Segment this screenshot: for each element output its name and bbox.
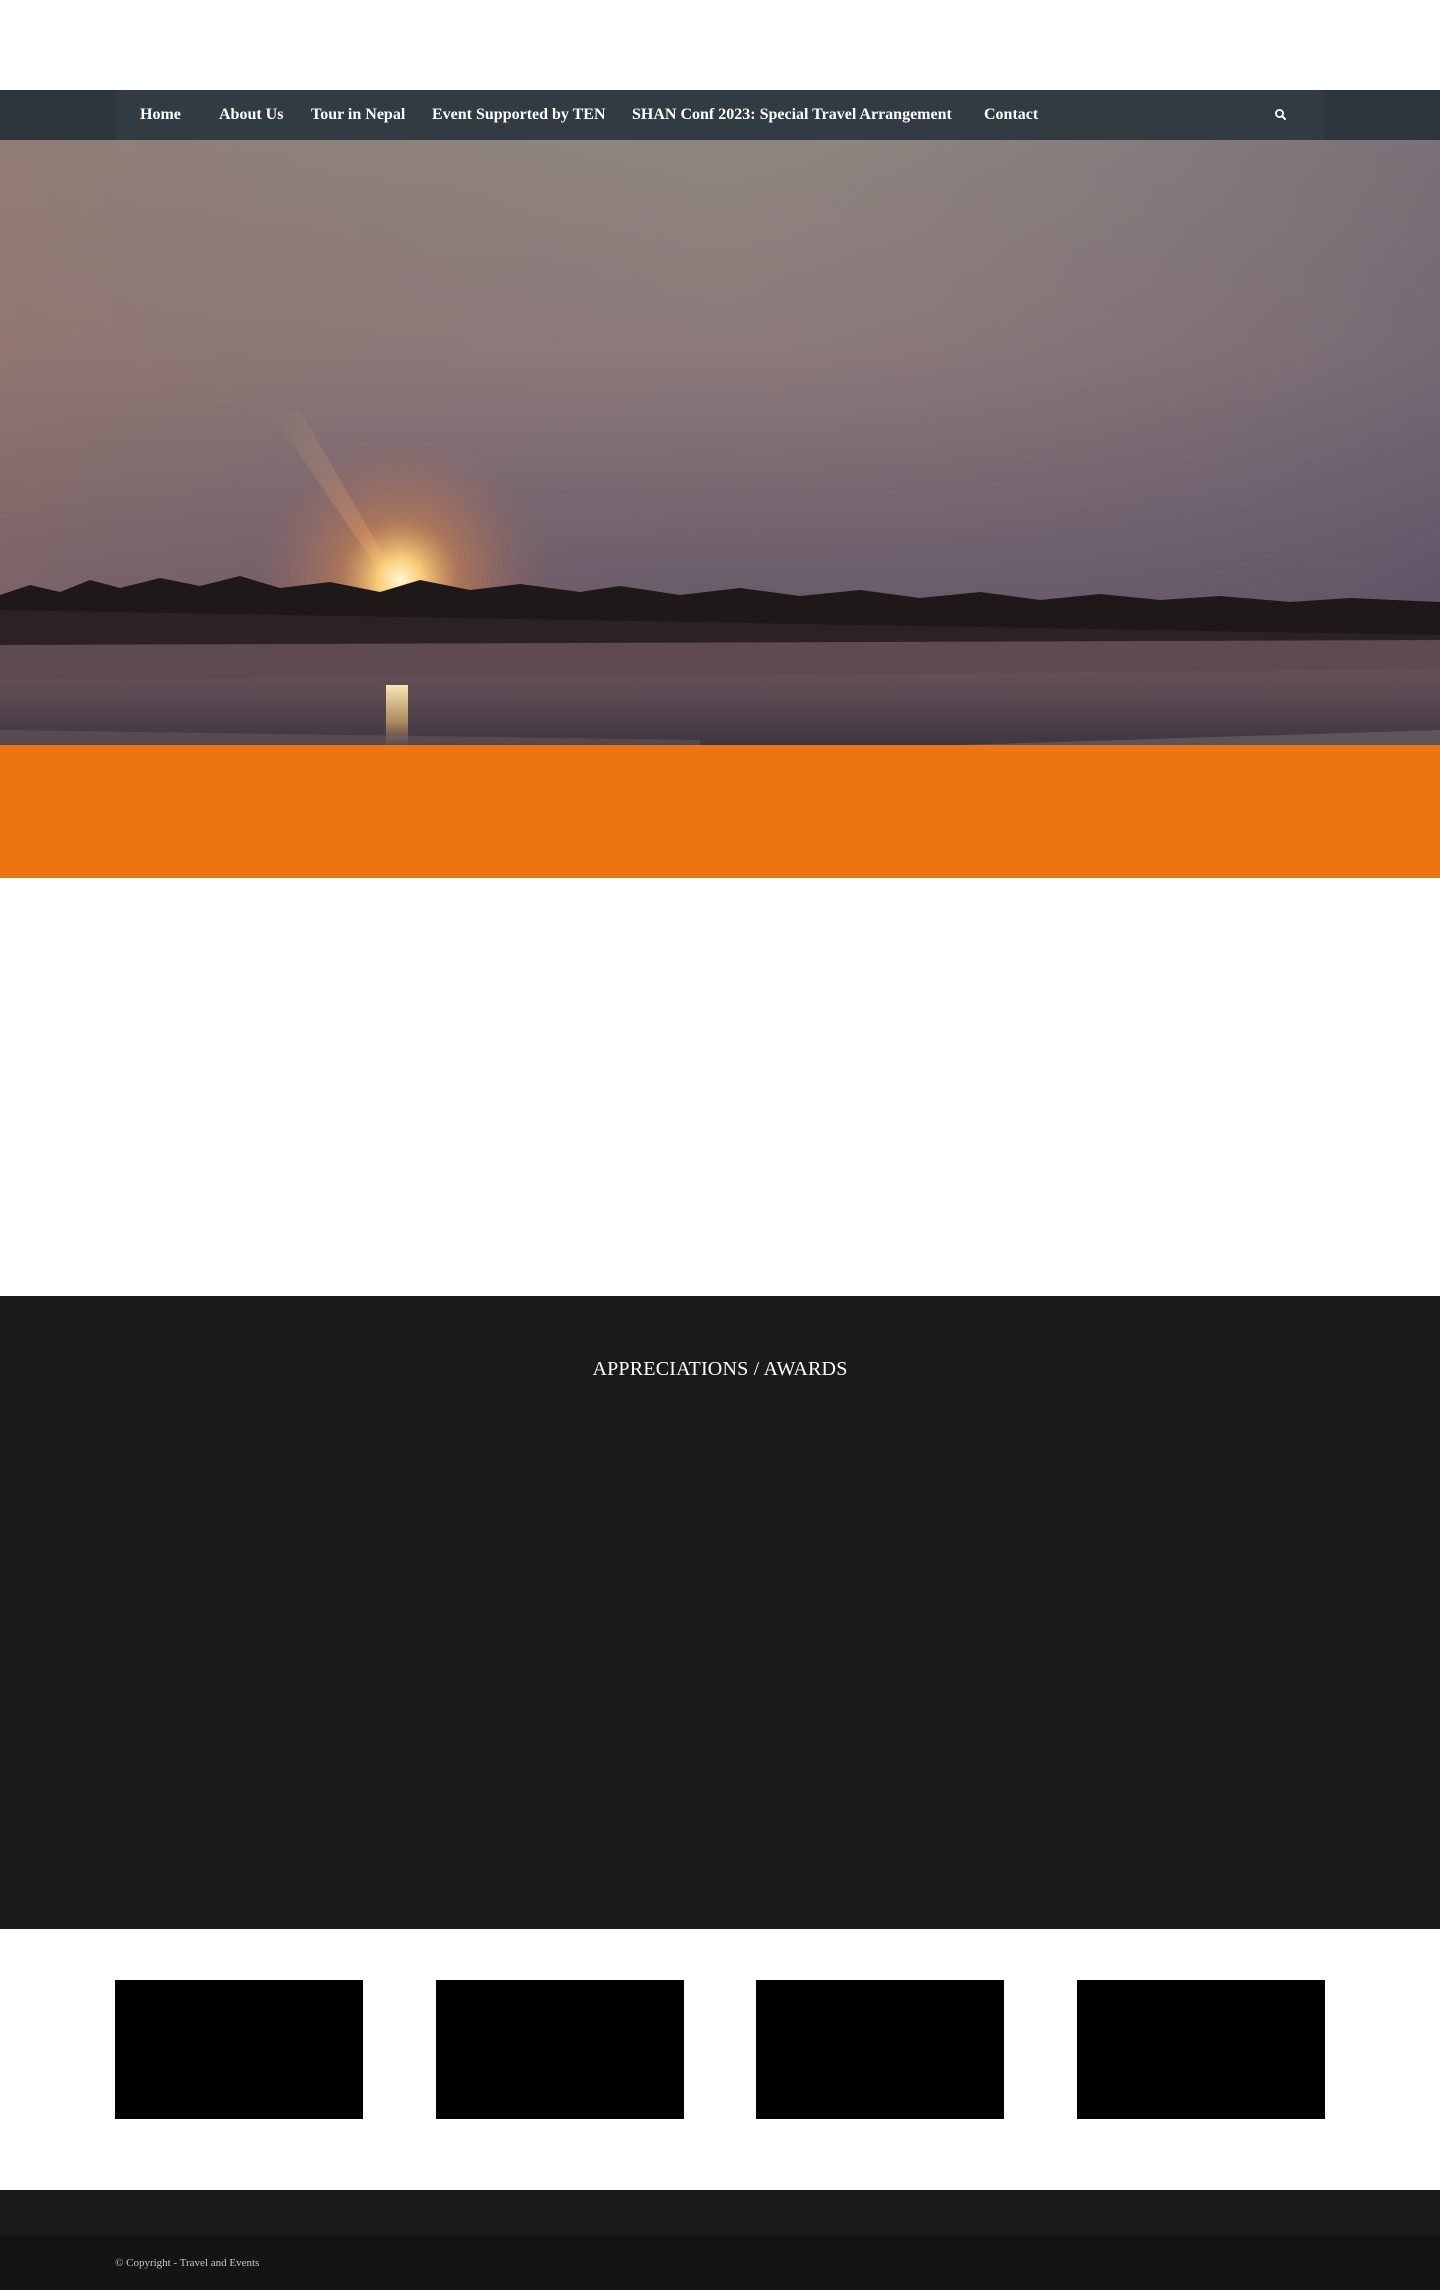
nav-item-event-supported[interactable]: Event Supported by TEN (432, 90, 606, 140)
footer-widgets (0, 2190, 1440, 2235)
nav-item-about-us[interactable]: About Us (219, 90, 283, 140)
nav-item-tour-in-nepal[interactable]: Tour in Nepal (311, 90, 405, 140)
logos-section (0, 1929, 1440, 2190)
nav-item-contact[interactable]: Contact (984, 90, 1038, 140)
copyright-text: © Copyright - Travel and Events (115, 2257, 260, 2269)
nav-item-shan-conf[interactable]: SHAN Conf 2023: Special Travel Arrangeme… (632, 90, 952, 140)
sunset-river-image (0, 140, 1440, 745)
orange-banner (0, 745, 1440, 878)
nav-item-home[interactable]: Home (140, 90, 181, 140)
logo-placeholder-3 (756, 1980, 1004, 2119)
awards-section: APPRECIATIONS / AWARDS (0, 1296, 1440, 1929)
hero-image (0, 140, 1440, 745)
footer: © Copyright - Travel and Events (0, 2235, 1440, 2290)
content-section (0, 878, 1440, 1296)
logo-placeholder-4 (1077, 1980, 1325, 2119)
awards-title: APPRECIATIONS / AWARDS (592, 1358, 848, 1380)
logo-placeholder-1 (115, 1980, 363, 2119)
header-spacer (0, 0, 1440, 90)
search-icon[interactable] (1271, 105, 1291, 125)
main-navbar: Home About Us Tour in Nepal Event Suppor… (0, 90, 1440, 140)
logo-placeholder-2 (436, 1980, 684, 2119)
